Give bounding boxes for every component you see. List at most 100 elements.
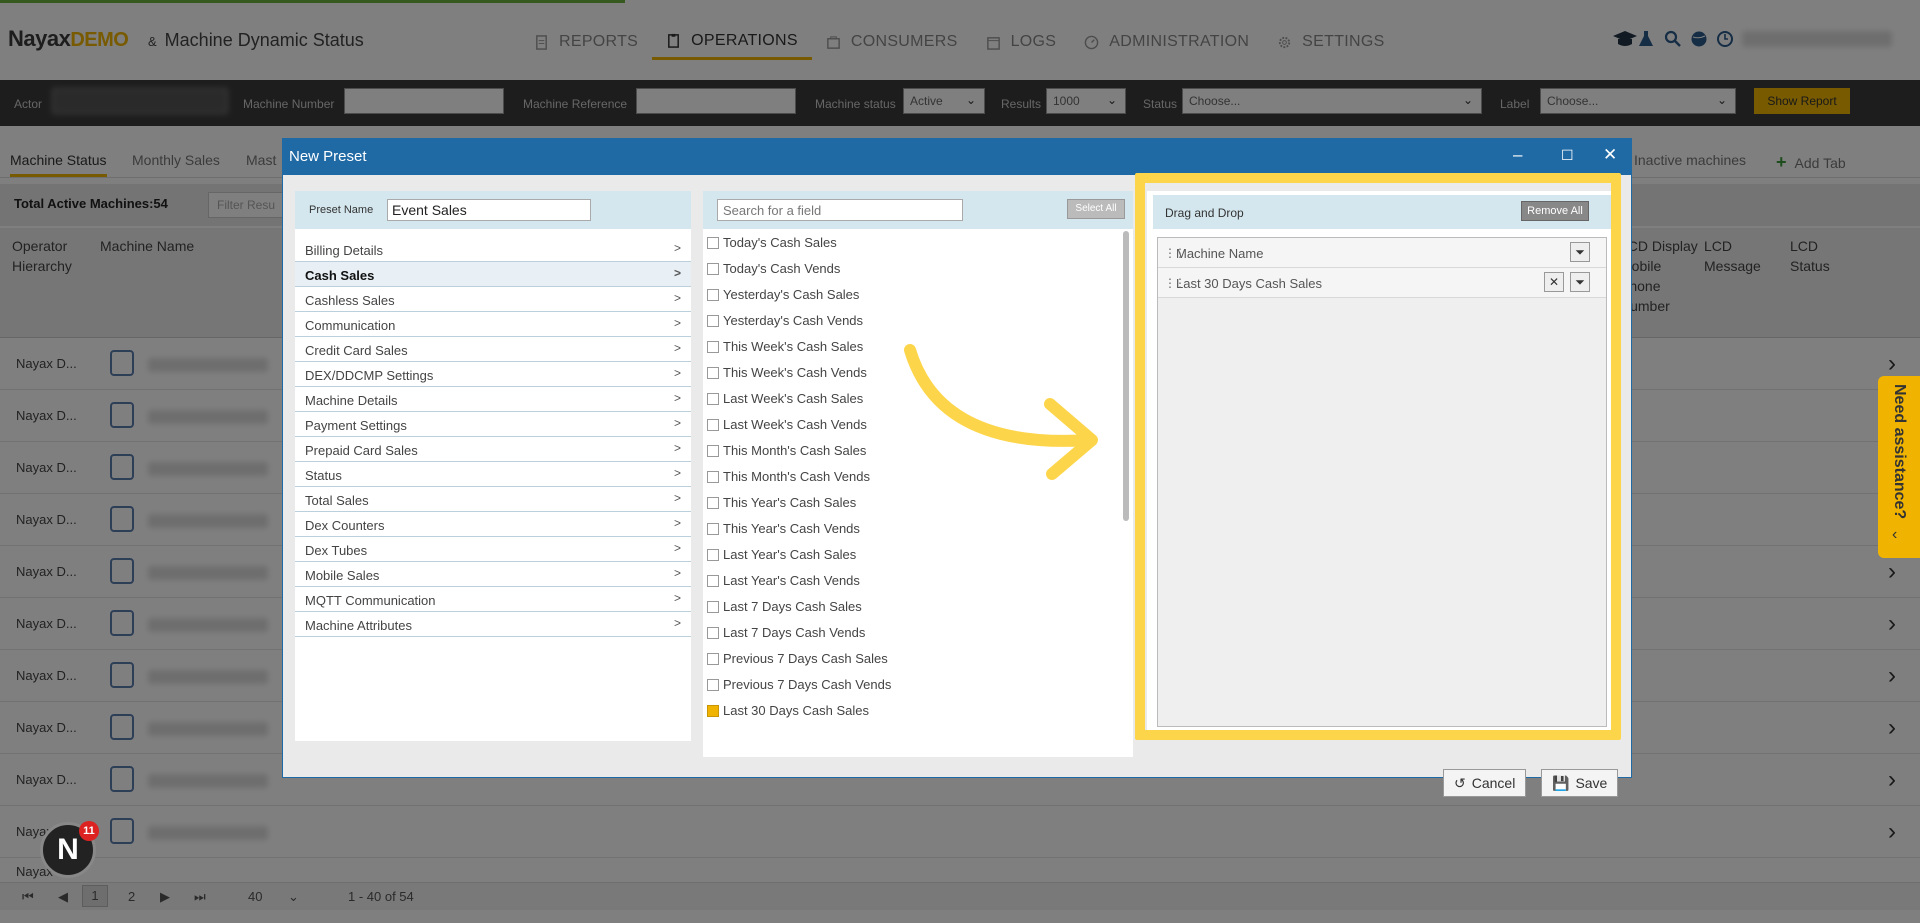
category-label: Dex Counters bbox=[305, 518, 385, 533]
save-button[interactable]: 💾 Save bbox=[1541, 769, 1619, 797]
category-label: DEX/DDCMP Settings bbox=[305, 368, 434, 383]
category-credit-card-sales[interactable]: Credit Card Sales > bbox=[295, 337, 691, 362]
field-label: Last Week's Cash Vends bbox=[723, 417, 867, 432]
category-cash-sales[interactable]: Cash Sales > bbox=[295, 262, 691, 287]
chevron-right-icon: > bbox=[673, 391, 681, 405]
field-item[interactable]: This Year's Cash Sales bbox=[703, 489, 1133, 515]
checkbox[interactable] bbox=[707, 471, 719, 483]
field-item[interactable]: Last 30 Days Cash Sales bbox=[703, 697, 1133, 723]
category-dex-tubes[interactable]: Dex Tubes > bbox=[295, 537, 691, 562]
category-dex-ddcmp-settings[interactable]: DEX/DDCMP Settings > bbox=[295, 362, 691, 387]
chevron-right-icon: > bbox=[673, 616, 681, 630]
cancel-label: Cancel bbox=[1471, 775, 1516, 791]
chevron-right-icon: > bbox=[673, 441, 681, 455]
checkbox[interactable] bbox=[707, 679, 719, 691]
field-label: Last Week's Cash Sales bbox=[723, 391, 864, 406]
checkbox[interactable] bbox=[707, 445, 719, 457]
preset-name-input[interactable]: Event Sales bbox=[387, 199, 591, 221]
category-mobile-sales[interactable]: Mobile Sales > bbox=[295, 562, 691, 587]
field-label: This Year's Cash Vends bbox=[723, 521, 860, 536]
category-billing-details[interactable]: Billing Details > bbox=[295, 237, 691, 262]
category-machine-details[interactable]: Machine Details > bbox=[295, 387, 691, 412]
category-cashless-sales[interactable]: Cashless Sales > bbox=[295, 287, 691, 312]
checkbox[interactable] bbox=[707, 601, 719, 613]
category-label: Dex Tubes bbox=[305, 543, 368, 558]
minimize-icon[interactable]: – bbox=[1513, 145, 1522, 165]
checkbox[interactable] bbox=[707, 549, 719, 561]
field-item[interactable]: Last 7 Days Cash Sales bbox=[703, 593, 1133, 619]
dialog-titlebar: New Preset – ☐ ✕ bbox=[283, 139, 1631, 175]
field-item[interactable]: Last Year's Cash Vends bbox=[703, 567, 1133, 593]
field-search-row: Search for a field Select All bbox=[703, 191, 1133, 229]
field-search-input[interactable]: Search for a field bbox=[717, 199, 963, 221]
checkbox[interactable] bbox=[707, 575, 719, 587]
chevron-right-icon: > bbox=[673, 366, 681, 380]
save-icon: 💾 bbox=[1552, 775, 1570, 791]
need-assistance-tab[interactable]: Need assistance? ‹ bbox=[1878, 376, 1920, 558]
category-label: Cash Sales bbox=[305, 268, 375, 283]
field-item[interactable]: Today's Cash Sales bbox=[703, 229, 1133, 255]
field-label: Last 30 Days Cash Sales bbox=[723, 703, 869, 718]
checkbox[interactable] bbox=[707, 419, 719, 431]
category-communication[interactable]: Communication > bbox=[295, 312, 691, 337]
field-item[interactable]: Last Year's Cash Sales bbox=[703, 541, 1133, 567]
category-label: Communication bbox=[305, 318, 396, 333]
category-label: Mobile Sales bbox=[305, 568, 380, 583]
category-label: Cashless Sales bbox=[305, 293, 395, 308]
field-item[interactable]: Previous 7 Days Cash Sales bbox=[703, 645, 1133, 671]
maximize-icon[interactable]: ☐ bbox=[1561, 147, 1574, 164]
field-label: This Year's Cash Sales bbox=[723, 495, 857, 510]
category-label: MQTT Communication bbox=[305, 593, 436, 608]
field-list-scrollbar[interactable] bbox=[1123, 231, 1129, 521]
chevron-right-icon: > bbox=[673, 266, 681, 280]
checkbox[interactable] bbox=[707, 367, 719, 379]
field-item[interactable]: Last 7 Days Cash Vends bbox=[703, 619, 1133, 645]
dialog-title: New Preset bbox=[289, 148, 367, 165]
field-item[interactable]: Yesterday's Cash Vends bbox=[703, 307, 1133, 333]
field-label: Last Year's Cash Sales bbox=[723, 547, 857, 562]
checkbox-checked[interactable] bbox=[707, 705, 719, 717]
field-item[interactable]: Today's Cash Vends bbox=[703, 255, 1133, 281]
field-label: This Week's Cash Vends bbox=[723, 365, 867, 380]
checkbox[interactable] bbox=[707, 289, 719, 301]
close-icon[interactable]: ✕ bbox=[1603, 145, 1617, 165]
category-mqtt-communication[interactable]: MQTT Communication > bbox=[295, 587, 691, 612]
checkbox[interactable] bbox=[707, 393, 719, 405]
category-payment-settings[interactable]: Payment Settings > bbox=[295, 412, 691, 437]
select-all-button[interactable]: Select All bbox=[1067, 199, 1125, 219]
category-machine-attributes[interactable]: Machine Attributes > bbox=[295, 612, 691, 637]
checkbox[interactable] bbox=[707, 341, 719, 353]
preset-name-label: Preset Name bbox=[309, 204, 374, 216]
checkbox[interactable] bbox=[707, 627, 719, 639]
chevron-right-icon: > bbox=[673, 291, 681, 305]
field-item[interactable]: Yesterday's Cash Sales bbox=[703, 281, 1133, 307]
chevron-right-icon: > bbox=[673, 416, 681, 430]
field-label: Previous 7 Days Cash Sales bbox=[723, 651, 888, 666]
category-total-sales[interactable]: Total Sales > bbox=[295, 487, 691, 512]
category-label: Prepaid Card Sales bbox=[305, 443, 418, 458]
field-item[interactable]: This Year's Cash Vends bbox=[703, 515, 1133, 541]
category-dex-counters[interactable]: Dex Counters > bbox=[295, 512, 691, 537]
category-label: Credit Card Sales bbox=[305, 343, 408, 358]
need-assistance-label: Need assistance? bbox=[1891, 384, 1908, 520]
category-list: Billing Details > Cash Sales > Cashless Sa… bbox=[295, 237, 691, 637]
cancel-button[interactable]: ↺ Cancel bbox=[1443, 769, 1527, 797]
category-label: Machine Details bbox=[305, 393, 398, 408]
checkbox[interactable] bbox=[707, 523, 719, 535]
field-label: This Week's Cash Sales bbox=[723, 339, 864, 354]
field-label: Yesterday's Cash Sales bbox=[723, 287, 860, 302]
category-status[interactable]: Status > bbox=[295, 462, 691, 487]
field-item[interactable]: Previous 7 Days Cash Vends bbox=[703, 671, 1133, 697]
checkbox[interactable] bbox=[707, 315, 719, 327]
checkbox[interactable] bbox=[707, 263, 719, 275]
category-label: Status bbox=[305, 468, 342, 483]
category-label: Machine Attributes bbox=[305, 618, 412, 633]
category-label: Billing Details bbox=[305, 243, 384, 258]
checkbox[interactable] bbox=[707, 653, 719, 665]
notification-badge[interactable]: N 11 bbox=[40, 821, 99, 878]
category-pane: Preset Name Event Sales Billing Details >… bbox=[295, 191, 691, 741]
checkbox[interactable] bbox=[707, 237, 719, 249]
category-prepaid-card-sales[interactable]: Prepaid Card Sales > bbox=[295, 437, 691, 462]
checkbox[interactable] bbox=[707, 497, 719, 509]
notification-logo: N bbox=[57, 833, 79, 866]
